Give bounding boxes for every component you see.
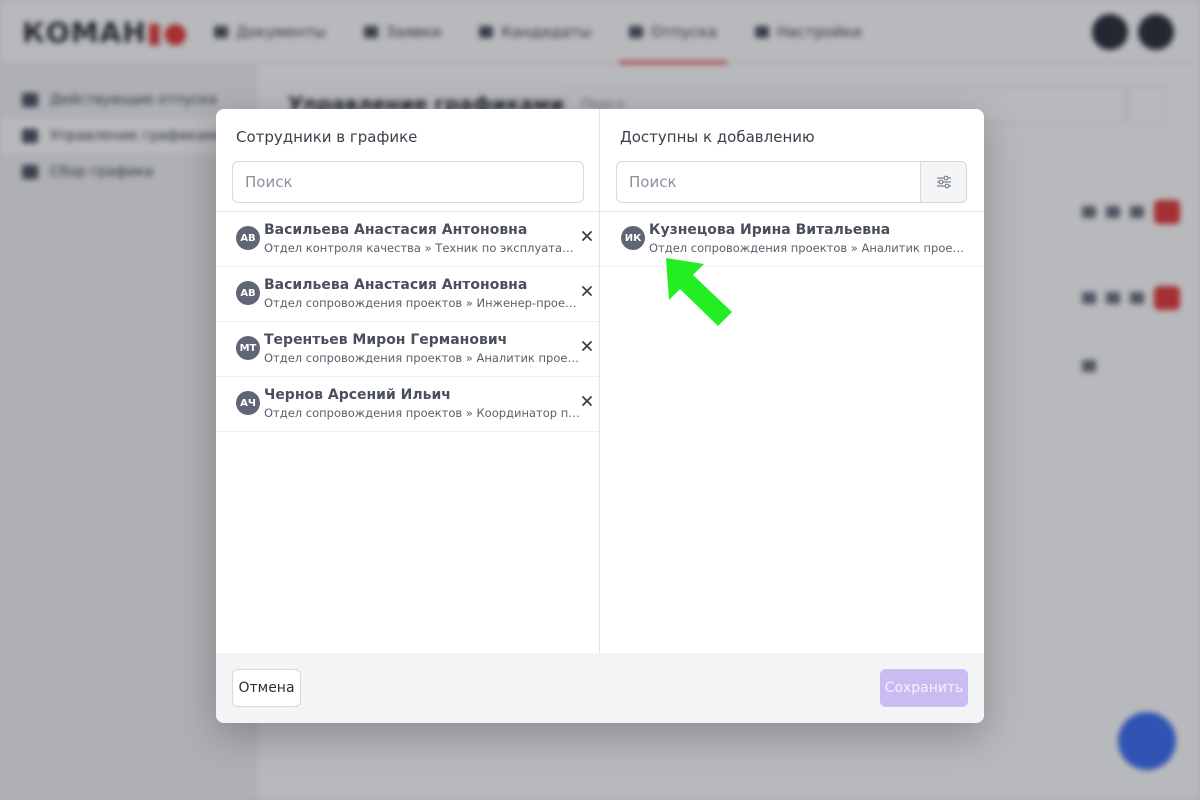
scheduled-employees-list: АВ Васильева Анастасия Антоновна Отдел к… [216, 211, 600, 432]
modal-footer: Отмена Сохранить [216, 653, 984, 723]
close-icon [582, 231, 592, 241]
arrow-pointer-icon [666, 258, 732, 326]
employee-department: Отдел сопровождения проектов » Инженер-п… [264, 296, 580, 310]
available-employees-search-input[interactable]: Поиск [616, 161, 967, 203]
employee-department: Отдел сопровождения проектов » Аналитик … [264, 351, 580, 365]
close-icon [582, 341, 592, 351]
scheduled-employees-search-input[interactable]: Поиск [232, 161, 584, 203]
avatar: АВ [236, 226, 260, 250]
available-employees-panel: Доступны к добавлению Поиск ИК Кузнецова… [600, 109, 984, 653]
employee-name: Васильева Анастасия Антоновна [264, 222, 528, 238]
list-item: АВ Васильева Анастасия Антоновна Отдел с… [216, 267, 600, 322]
avatar: АЧ [236, 391, 260, 415]
available-employees-title: Доступны к добавлению [620, 128, 815, 146]
scheduled-employees-panel: Сотрудники в графике Поиск АВ Васильева … [216, 109, 600, 653]
sliders-icon [936, 175, 951, 189]
employee-name: Терентьев Мирон Германович [264, 332, 508, 348]
employee-picker-modal: Сотрудники в графике Поиск АВ Васильева … [216, 109, 984, 723]
remove-employee-button[interactable] [580, 339, 594, 353]
avatar: АВ [236, 281, 260, 305]
close-icon [582, 396, 592, 406]
employee-name: Кузнецова Ирина Витальевна [649, 222, 891, 238]
employee-name: Чернов Арсений Ильич [264, 387, 451, 403]
available-employees-list: ИК Кузнецова Ирина Витальевна Отдел сопр… [600, 211, 984, 267]
remove-employee-button[interactable] [580, 284, 594, 298]
close-icon [582, 286, 592, 296]
save-button[interactable]: Сохранить [880, 669, 968, 707]
list-item[interactable]: ИК Кузнецова Ирина Витальевна Отдел сопр… [600, 212, 984, 267]
employee-name: Васильева Анастасия Антоновна [264, 277, 528, 293]
employee-department: Отдел сопровождения проектов » Координат… [264, 406, 580, 420]
list-item: МТ Терентьев Мирон Германович Отдел сопр… [216, 322, 600, 377]
avatar: ИК [621, 226, 645, 250]
remove-employee-button[interactable] [580, 394, 594, 408]
avatar: МТ [236, 336, 260, 360]
employee-department: Отдел сопровождения проектов » Аналитик … [649, 241, 965, 255]
list-item: АВ Васильева Анастасия Антоновна Отдел к… [216, 212, 600, 267]
remove-employee-button[interactable] [580, 229, 594, 243]
cancel-button[interactable]: Отмена [232, 669, 301, 707]
scheduled-employees-title: Сотрудники в графике [236, 128, 418, 146]
filter-button[interactable] [920, 161, 967, 203]
list-item: АЧ Чернов Арсений Ильич Отдел сопровожде… [216, 377, 600, 432]
employee-department: Отдел контроля качества » Техник по эксп… [264, 241, 580, 255]
